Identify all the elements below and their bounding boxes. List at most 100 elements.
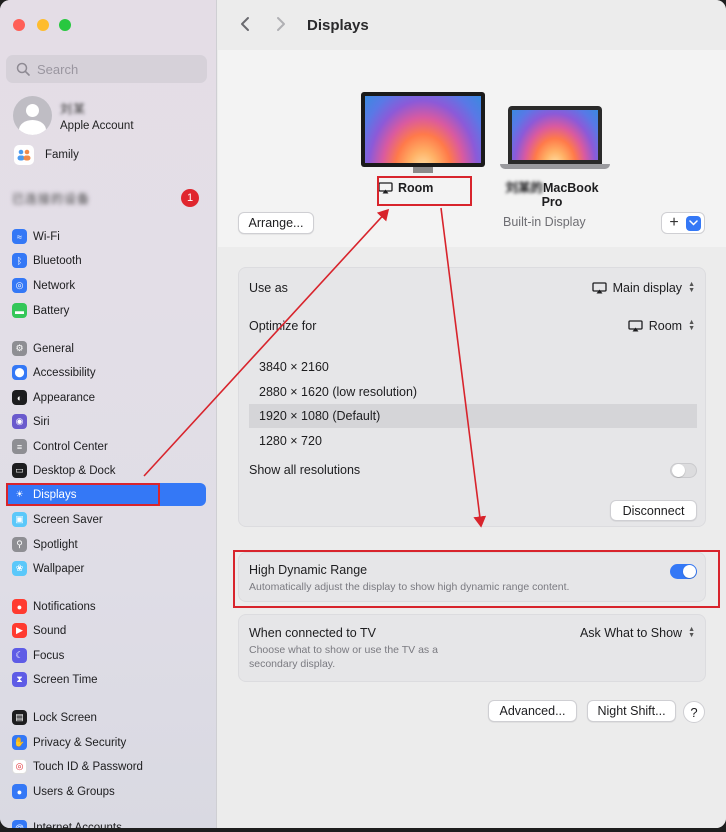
sidebar-item-label: Privacy & Security — [33, 736, 127, 749]
sidebar-item-focus[interactable]: ☾ Focus — [6, 644, 206, 667]
minimize-window-button[interactable] — [37, 19, 49, 31]
sidebar-item-screen-saver[interactable]: ▣ Screen Saver — [6, 508, 206, 531]
show-all-resolutions-toggle[interactable] — [670, 463, 697, 478]
use-as-popup[interactable]: Main display ▲ ▼ — [591, 281, 695, 295]
resolution-option[interactable]: 3840 × 2160 — [249, 355, 697, 379]
sidebar-item-wallpaper[interactable]: ❀ Wallpaper — [6, 557, 206, 580]
hourglass-icon: ⧗ — [12, 672, 27, 687]
forward-button[interactable] — [276, 16, 286, 37]
sidebar-item-internet-accounts[interactable]: @ Internet Accounts — [6, 816, 206, 828]
sidebar-item-bluetooth[interactable]: ᛒ Bluetooth — [6, 249, 206, 272]
sidebar-item-label: Screen Time — [33, 673, 98, 686]
optimize-for-popup[interactable]: Room ▲ ▼ — [628, 319, 695, 333]
sidebar-item-accessibility[interactable]: ⬤ Accessibility — [6, 361, 206, 384]
main-pane: Displays Room 刘某的MacBook Pro Built-in Di… — [218, 0, 726, 828]
sidebar-item-label: Network — [33, 279, 76, 292]
macbook-display-label[interactable]: 刘某的MacBook Pro — [500, 181, 604, 209]
flower-icon: ❀ — [12, 561, 27, 576]
sidebar-item-label: Battery — [33, 304, 70, 317]
moon-icon: ☾ — [12, 648, 27, 663]
sidebar-item-label: Spotlight — [33, 538, 78, 551]
lock-screen-icon: ▤ — [12, 710, 27, 725]
disconnect-button[interactable]: Disconnect — [610, 500, 697, 521]
hdr-toggle[interactable] — [670, 564, 697, 579]
close-window-button[interactable] — [13, 19, 25, 31]
tv-description: Choose what to show or use the TV as a s… — [249, 644, 438, 670]
magnifier-icon: ⚲ — [12, 537, 27, 552]
add-display-button[interactable]: + — [661, 212, 705, 234]
control-center-icon: ≡ — [12, 439, 27, 454]
apple-account[interactable]: 刘某 Apple Account — [13, 96, 134, 135]
sidebar-item-label: Screen Saver — [33, 513, 103, 526]
dock-icon: ▭ — [12, 463, 27, 478]
updown-chevron-icon: ▲ ▼ — [688, 281, 695, 294]
back-button[interactable] — [240, 16, 250, 37]
sidebar-item-lock-screen[interactable]: ▤ Lock Screen — [6, 706, 206, 729]
speaker-icon: ▶ — [12, 623, 27, 638]
sidebar-item-label: Appearance — [33, 391, 96, 404]
bell-icon: ● — [12, 599, 27, 614]
sidebar-item-siri[interactable]: ◉ Siri — [6, 410, 206, 433]
builtin-display-caption: Built-in Display — [503, 215, 586, 229]
sidebar-item-label: Focus — [33, 649, 65, 662]
sidebar-item-label: Accessibility — [33, 366, 96, 379]
plus-icon: + — [669, 214, 679, 231]
sidebar-item-label: Touch ID & Password — [33, 760, 143, 773]
display-wallpaper — [512, 110, 598, 160]
sidebar-item-touch-id-password[interactable]: ◎ Touch ID & Password — [6, 755, 206, 778]
sidebar-item-general[interactable]: ⚙ General — [6, 337, 206, 360]
tv-popup[interactable]: Ask What to Show ▲ ▼ — [580, 626, 695, 640]
external-display-thumbnail[interactable] — [361, 92, 485, 173]
tv-panel: When connected to TV Choose what to show… — [238, 614, 706, 682]
resolution-option[interactable]: 2880 × 1620 (low resolution) — [249, 380, 697, 404]
sidebar-item-label: Notifications — [33, 600, 96, 613]
account-subtitle: Apple Account — [60, 119, 134, 132]
settings-window: Search 刘某 Apple Account Family 已连接的设备 1 … — [0, 0, 726, 828]
sidebar-item-label: Users & Groups — [33, 785, 115, 798]
sidebar-item-wi-fi[interactable]: ≈ Wi-Fi — [6, 225, 206, 248]
sidebar-item-network[interactable]: ◎ Network — [6, 274, 206, 297]
sidebar-item-users-groups[interactable]: ● Users & Groups — [6, 780, 206, 803]
sidebar-item-screen-time[interactable]: ⧗ Screen Time — [6, 668, 206, 691]
display-icon — [591, 282, 607, 294]
avatar — [13, 96, 52, 135]
users-icon: ● — [12, 784, 27, 799]
search-icon — [16, 62, 30, 76]
account-name: 刘某 — [60, 101, 87, 116]
sidebar-item-displays[interactable]: ☀ Displays — [6, 483, 206, 506]
battery-icon: ▬ — [12, 303, 27, 318]
family-label: Family — [45, 149, 79, 161]
sidebar-item-sound[interactable]: ▶ Sound — [6, 619, 206, 642]
sidebar-item-battery[interactable]: ▬ Battery — [6, 299, 206, 322]
hdr-description: Automatically adjust the display to show… — [249, 581, 570, 593]
help-button[interactable]: ? — [683, 701, 705, 723]
sidebar-item-control-center[interactable]: ≡ Control Center — [6, 435, 206, 458]
siri-icon: ◉ — [12, 414, 27, 429]
maximize-window-button[interactable] — [59, 19, 71, 31]
sidebar-item-label: Sound — [33, 624, 67, 637]
sidebar-item-label: Lock Screen — [33, 711, 97, 724]
room-display-label[interactable]: Room — [378, 181, 433, 195]
blurred-section-label[interactable]: 已连接的设备 — [12, 190, 90, 207]
chevron-right-icon — [277, 17, 285, 31]
sidebar-item-privacy-security[interactable]: ✋ Privacy & Security — [6, 731, 206, 754]
hdr-title: High Dynamic Range — [249, 563, 368, 577]
search-placeholder: Search — [37, 61, 79, 77]
sidebar-item-family[interactable]: Family — [14, 145, 79, 165]
search-field[interactable]: Search — [6, 55, 207, 83]
arrange-button[interactable]: Arrange... — [238, 212, 314, 234]
sidebar-item-notifications[interactable]: ● Notifications — [6, 595, 206, 618]
sidebar-item-appearance[interactable]: ◐ Appearance — [6, 386, 206, 409]
advanced-button[interactable]: Advanced... — [488, 700, 577, 722]
resolution-option[interactable]: 1280 × 720 — [249, 429, 697, 453]
show-all-resolutions-label: Show all resolutions — [249, 463, 361, 477]
sidebar-item-label: Desktop & Dock — [33, 464, 116, 477]
resolution-option[interactable]: 1920 × 1080 (Default) — [249, 404, 697, 428]
sidebar-item-label: General — [33, 342, 74, 355]
airplay-icon — [378, 182, 393, 194]
sidebar-item-spotlight[interactable]: ⚲ Spotlight — [6, 533, 206, 556]
sidebar-item-label: Internet Accounts — [33, 821, 122, 829]
macbook-display-thumbnail[interactable] — [500, 106, 610, 169]
night-shift-button[interactable]: Night Shift... — [587, 700, 676, 722]
sidebar-item-desktop-dock[interactable]: ▭ Desktop & Dock — [6, 459, 206, 482]
